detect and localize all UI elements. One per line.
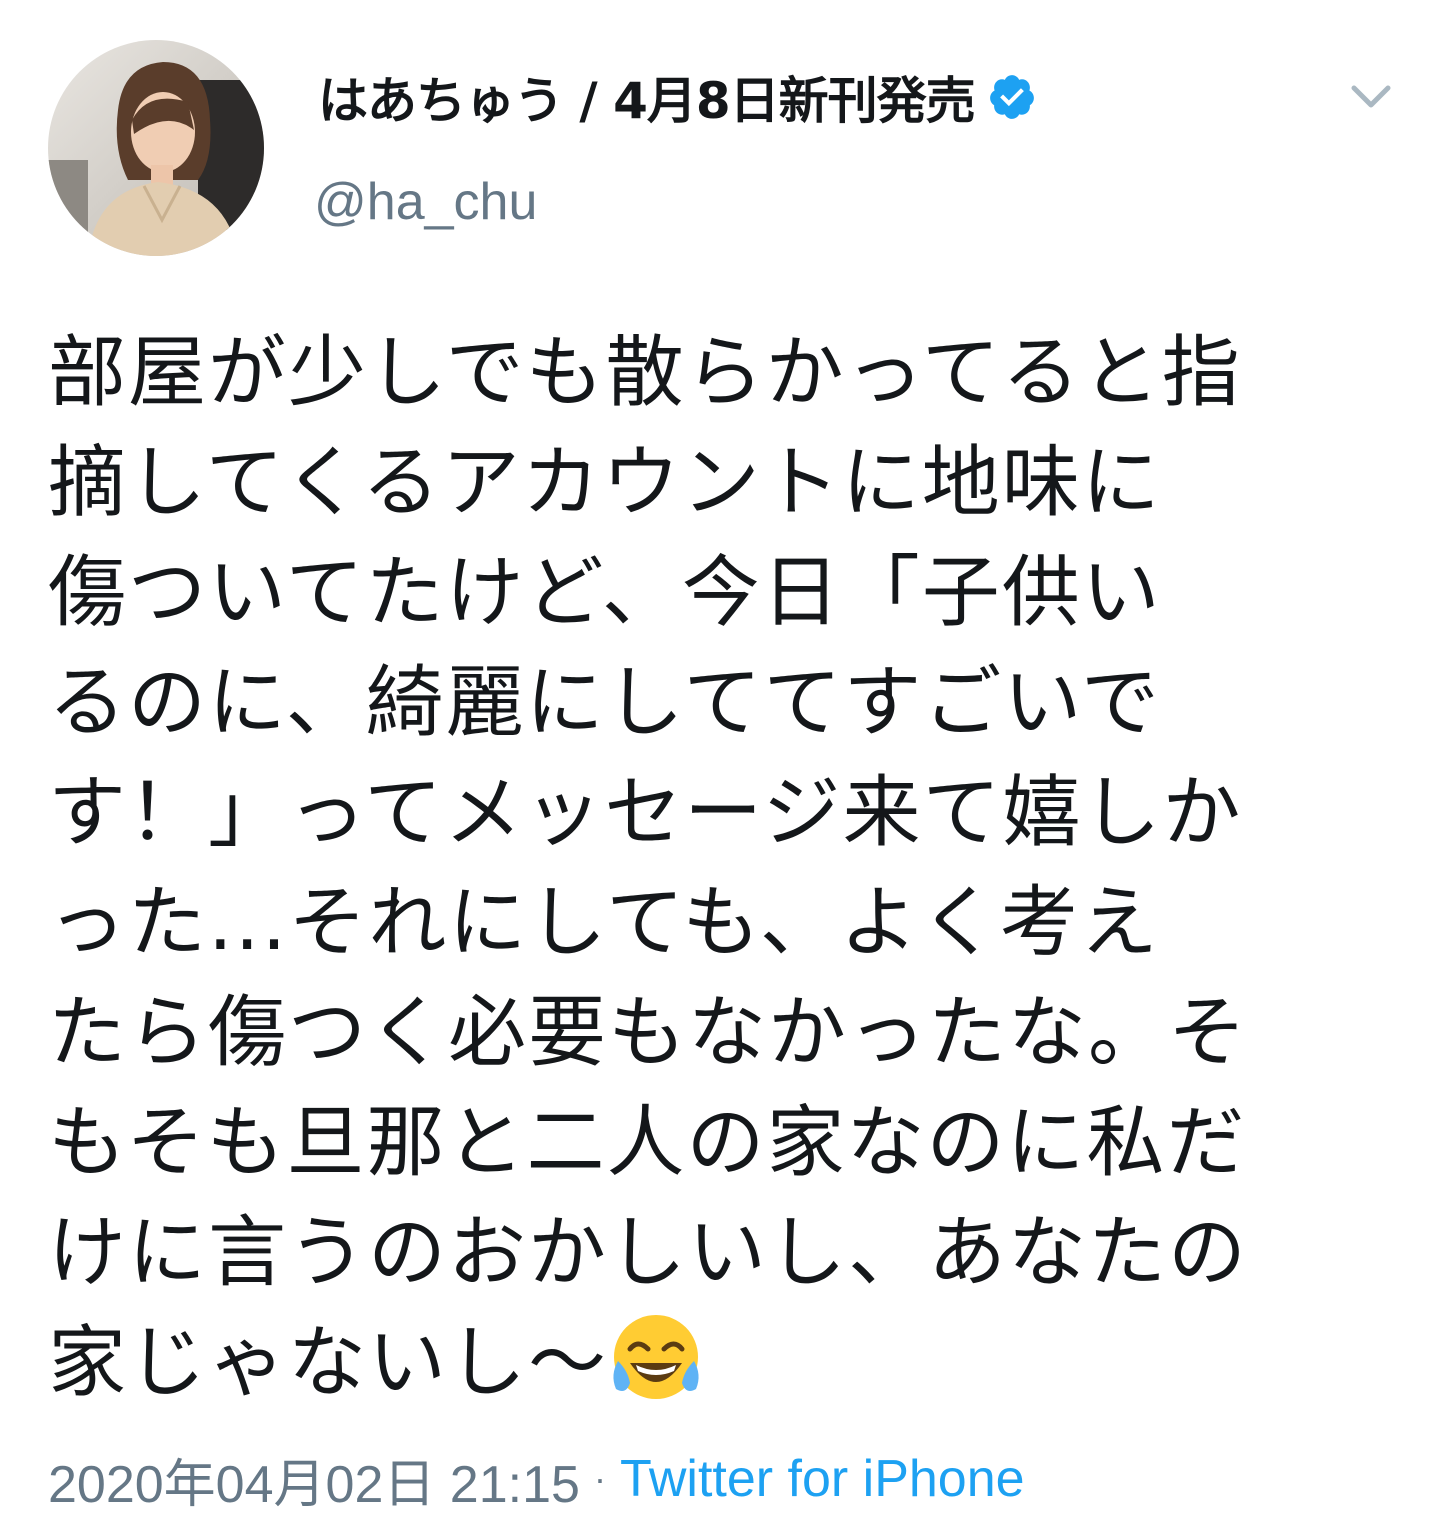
- tweet-text: 部屋が少しでも散らかってると指 摘してくるアカウントに地味に 傷ついてたけど、今…: [48, 318, 1388, 1418]
- display-name[interactable]: はあちゅう / 4月8日新刊発売: [318, 61, 976, 133]
- verified-badge-icon: [987, 72, 1037, 122]
- tweet-text-line: けに言うのおかしいし、あなたの: [48, 1208, 1249, 1298]
- tweet-meta: 2020年04月02日 21:15 · Twitter for iPhone: [48, 1444, 1025, 1514]
- tweet-timestamp[interactable]: 2020年04月02日 21:15: [48, 1442, 580, 1517]
- profile-photo-icon: [48, 40, 264, 256]
- tweet-card: はあちゅう / 4月8日新刊発売 @ha_chu 部屋が少しでも散らかってると指…: [0, 0, 1439, 1521]
- tweet-text-line: す！」ってメッセージ来て嬉しか: [48, 768, 1243, 858]
- tweet-text-line: るのに、綺麗にしててすごいで: [48, 658, 1161, 748]
- user-handle[interactable]: @ha_chu: [314, 172, 537, 232]
- meta-separator: ·: [593, 1458, 606, 1499]
- tweet-text-line: もそも旦那と二人の家なのに私だ: [48, 1098, 1247, 1188]
- tweet-text-line-last: 家じゃないし〜: [48, 1308, 1388, 1418]
- tweet-text-line: 部屋が少しでも散らかってると指: [48, 328, 1242, 418]
- face-with-tears-of-joy-icon: [608, 1309, 704, 1405]
- tweet-text-line: たら傷つく必要もなかったな。そ: [48, 988, 1249, 1078]
- tweet-source-link[interactable]: Twitter for iPhone: [620, 1449, 1025, 1509]
- tweet-text-line: った...それにしても、よく考え: [48, 878, 1160, 968]
- tweet-text-line: 摘してくるアカウントに地味に: [48, 438, 1162, 528]
- display-name-row[interactable]: はあちゅう / 4月8日新刊発売: [318, 62, 1037, 132]
- chevron-down-icon[interactable]: [1346, 78, 1396, 118]
- avatar[interactable]: [48, 40, 264, 256]
- tweet-text-line: 家じゃないし〜: [48, 1318, 609, 1408]
- tweet-text-line: 傷ついてたけど、今日「子供い: [48, 548, 1162, 638]
